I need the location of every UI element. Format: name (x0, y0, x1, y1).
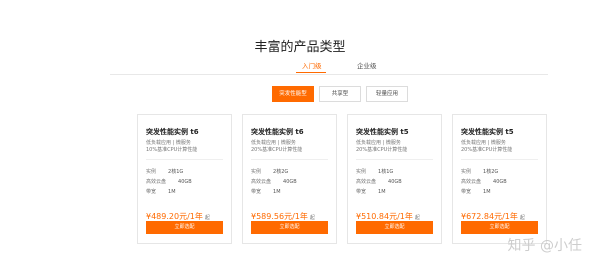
card-title: 突发性能实例 t5 (461, 128, 514, 136)
configure-button[interactable]: 立即选配 (146, 221, 223, 234)
price: ¥510.84元/1年 (356, 212, 413, 221)
price: ¥672.84元/1年 (461, 212, 518, 221)
spec-disk: 高效云盘 40GB (461, 179, 507, 185)
price: ¥589.56元/1年 (251, 212, 308, 221)
filter-burstable[interactable]: 突发性能型 (272, 86, 314, 102)
configure-button[interactable]: 立即选配 (356, 221, 433, 234)
spec-disk: 高效云盘 40GB (251, 179, 297, 185)
card-cpu-baseline: 20%基准CPU计算性能 (251, 147, 303, 153)
card-divider (251, 159, 328, 160)
card-use-case: 低负载应用 | 微服务 (356, 140, 401, 146)
card-cpu-baseline: 20%基准CPU计算性能 (461, 147, 513, 153)
filter-shared[interactable]: 共享型 (319, 86, 361, 102)
active-tab-underline (296, 72, 326, 73)
configure-button[interactable]: 立即选配 (251, 221, 328, 234)
spec-disk: 高效云盘 40GB (356, 179, 402, 185)
card-divider (461, 159, 538, 160)
section-title: 丰富的产品类型 (254, 40, 346, 55)
card-divider (146, 159, 223, 160)
watermark: 知乎 @小任 (507, 238, 582, 254)
card-cpu-baseline: 20%基准CPU计算性能 (356, 147, 408, 153)
card-title: 突发性能实例 t6 (251, 128, 304, 136)
product-card: 突发性能实例 t5 低负载应用 | 微服务 20%基准CPU计算性能 实例 1核1… (347, 114, 442, 244)
card-title: 突发性能实例 t5 (356, 128, 409, 136)
card-use-case: 低负载应用 | 微服务 (146, 140, 191, 146)
product-card: 突发性能实例 t5 低负载应用 | 微服务 20%基准CPU计算性能 实例 1核2… (452, 114, 547, 244)
card-use-case: 低负载应用 | 微服务 (251, 140, 296, 146)
spec-instance: 实例 2核2G (251, 169, 289, 175)
spec-bandwidth: 带宽 1M (146, 189, 176, 195)
spec-instance: 实例 1核1G (356, 169, 394, 175)
spec-instance: 实例 2核1G (146, 169, 184, 175)
product-types-section: 丰富的产品类型 入门级 企业级 突发性能型 共享型 轻量应用 突发性能实例 t6… (0, 0, 600, 265)
spec-instance: 实例 1核2G (461, 169, 499, 175)
tabs-divider (110, 74, 548, 75)
card-title: 突发性能实例 t6 (146, 128, 199, 136)
product-card: 突发性能实例 t6 低负载应用 | 微服务 10%基准CPU计算性能 实例 2核1… (137, 114, 232, 244)
spec-bandwidth: 带宽 1M (461, 189, 491, 195)
card-divider (356, 159, 433, 160)
tab-entry-level[interactable]: 入门级 (302, 60, 322, 70)
filter-chips: 突发性能型 共享型 轻量应用 (0, 86, 600, 102)
product-card: 突发性能实例 t6 低负载应用 | 微服务 20%基准CPU计算性能 实例 2核2… (242, 114, 337, 244)
card-cpu-baseline: 10%基准CPU计算性能 (146, 147, 198, 153)
tab-enterprise-level[interactable]: 企业级 (357, 60, 377, 70)
price: ¥489.20元/1年 (146, 212, 203, 221)
spec-disk: 高效云盘 40GB (146, 179, 192, 185)
spec-bandwidth: 带宽 1M (356, 189, 386, 195)
spec-bandwidth: 带宽 1M (251, 189, 281, 195)
card-use-case: 低负载应用 | 微服务 (461, 140, 506, 146)
configure-button[interactable]: 立即选配 (461, 221, 538, 234)
filter-lightweight[interactable]: 轻量应用 (366, 86, 408, 102)
